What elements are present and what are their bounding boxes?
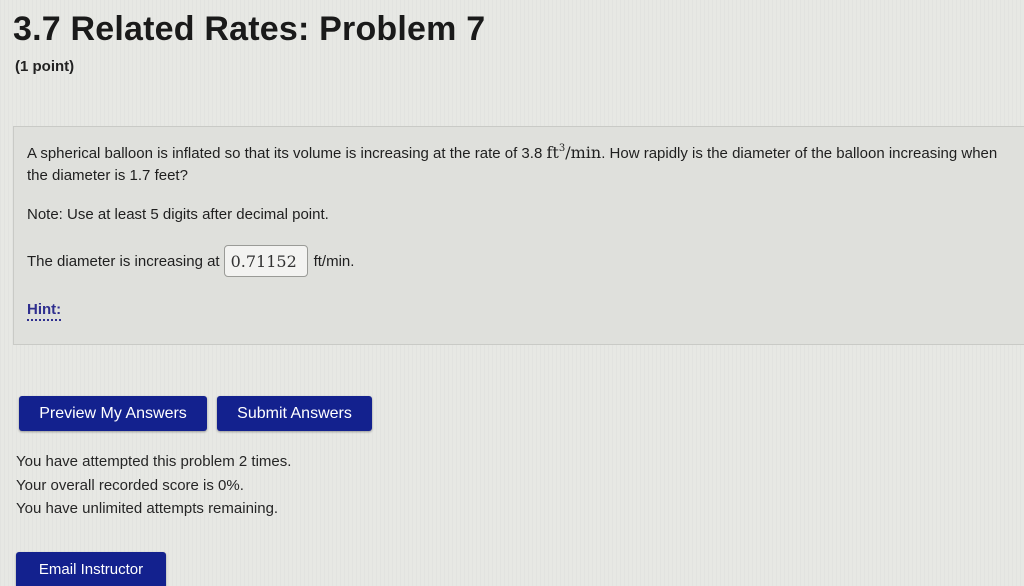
answer-unit: ft/min.: [313, 252, 355, 270]
statement-text-before: A spherical balloon is inflated so that …: [27, 145, 547, 162]
answer-input[interactable]: [223, 245, 308, 277]
email-instructor-button[interactable]: Email Instructor: [16, 552, 166, 586]
problem-statement: A spherical balloon is inflated so that …: [27, 142, 1017, 187]
hint-link[interactable]: Hint:: [27, 301, 62, 321]
preview-answers-button[interactable]: Preview My Answers: [19, 396, 207, 431]
attempts-text: You have attempted this problem 2 times.: [16, 453, 292, 470]
rate-unit: ft3/min: [546, 143, 601, 162]
answer-row: The diameter is increasing at ft/min.: [27, 243, 354, 279]
note-text: Note: Use at least 5 digits after decima…: [27, 206, 329, 223]
problem-box: A spherical balloon is inflated so that …: [13, 126, 1024, 345]
points-label: (1 point): [15, 58, 75, 75]
rate-unit-base: ft: [546, 143, 559, 162]
submit-answers-button[interactable]: Submit Answers: [217, 396, 372, 431]
remaining-text: You have unlimited attempts remaining.: [16, 500, 279, 517]
score-text: Your overall recorded score is 0%.: [16, 476, 244, 494]
attempt-status: You have attempted this problem 2 times.…: [16, 450, 291, 521]
answer-prefix: The diameter is increasing at: [27, 252, 220, 270]
page-title: 3.7 Related Rates: Problem 7: [13, 10, 486, 48]
rate-unit-per: /min: [565, 143, 602, 162]
